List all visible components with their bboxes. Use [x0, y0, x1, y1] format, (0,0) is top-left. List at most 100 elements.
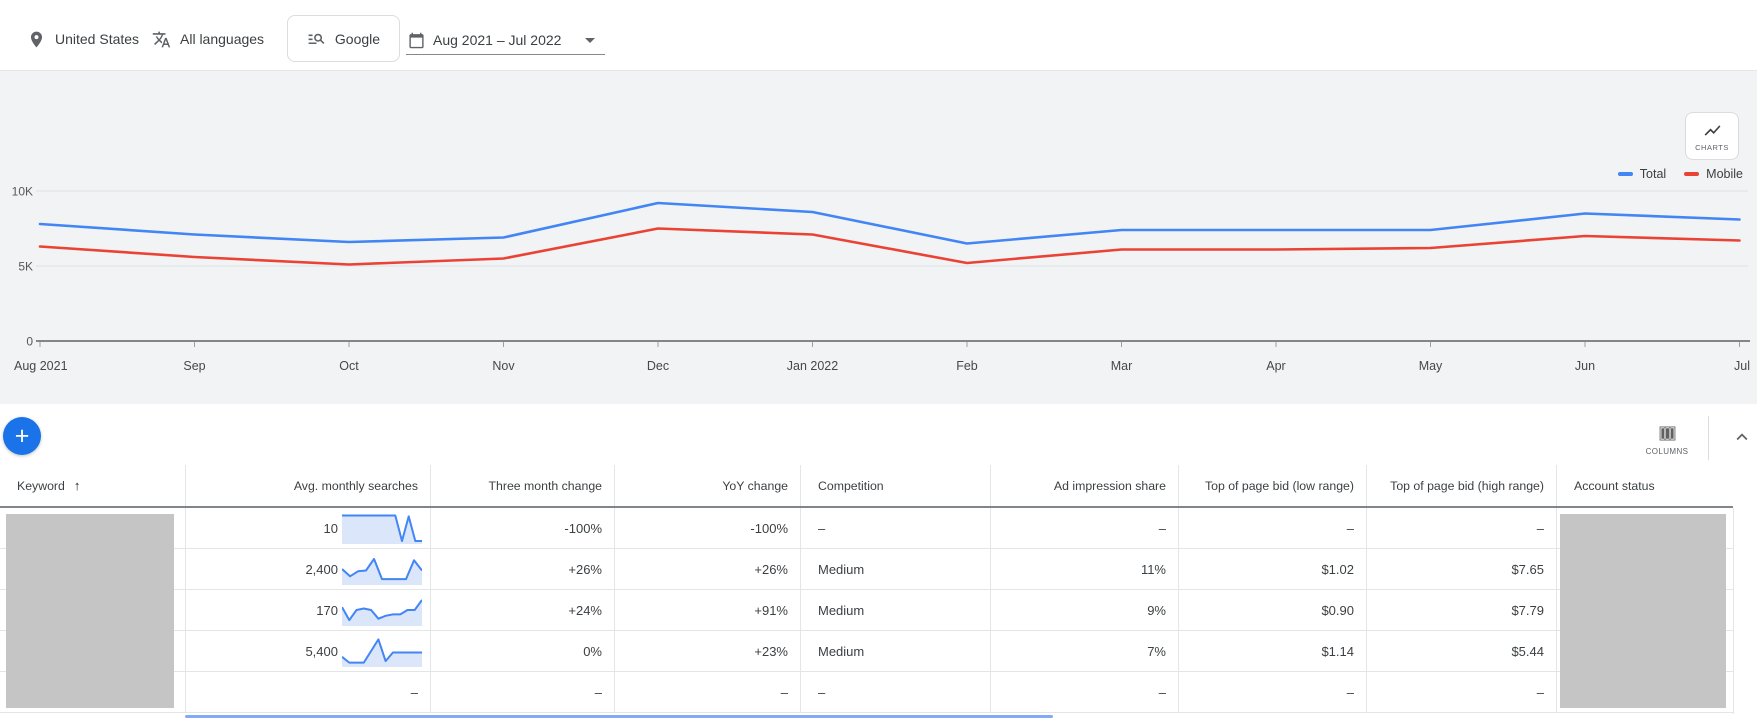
- search-volume-line-chart: 0 5K 10K Aug 2021 Sep Oct Nov Dec Jan 2022 Feb Mar…: [12, 185, 1750, 373]
- cell-competition: Medium: [800, 549, 990, 589]
- cell-competition: –: [800, 508, 990, 548]
- table-row[interactable]: 2,400 +26% +26% Medium 11% $1.02 $7.65: [0, 549, 1733, 590]
- columns-icon: [1659, 426, 1675, 440]
- filter-toolbar: United States All languages Google Aug 2…: [0, 0, 1757, 71]
- columns-button[interactable]: COLUMNS: [1641, 417, 1693, 461]
- cell-three_month_change: 0%: [430, 631, 614, 671]
- sparkline-chart: [342, 599, 422, 626]
- column-header-account_status[interactable]: Account status: [1556, 465, 1733, 506]
- column-header-three_month_change[interactable]: Three month change: [430, 465, 614, 506]
- cell-top_of_page_bid_high: –: [1366, 672, 1556, 712]
- collapse-table-button[interactable]: [1729, 425, 1755, 451]
- cell-avg_monthly_searches: 2,400: [185, 549, 430, 589]
- column-header-top_of_page_bid_high[interactable]: Top of page bid (high range): [1366, 465, 1556, 506]
- column-header-yoy_change[interactable]: YoY change: [614, 465, 800, 506]
- network-filter-button[interactable]: Google: [287, 15, 400, 62]
- column-header-avg_monthly_searches[interactable]: Avg. monthly searches: [185, 465, 430, 506]
- dropdown-arrow-icon: [585, 37, 596, 43]
- date-range-label: Aug 2021 – Jul 2022: [433, 32, 562, 48]
- cell-yoy_change: +23%: [614, 631, 800, 671]
- controls-divider: [1708, 416, 1709, 460]
- location-filter-label: United States: [55, 31, 140, 47]
- keywords-table-section: + COLUMNS Keyword ↑ Avg. monthly searches T…: [0, 404, 1757, 718]
- column-header-label: Competition: [818, 478, 884, 493]
- columns-button-label: COLUMNS: [1645, 446, 1689, 456]
- svg-text:Jun: Jun: [1575, 359, 1595, 373]
- total-series-label: Total: [1639, 167, 1667, 181]
- legend-item-mobile[interactable]: Mobile: [1684, 167, 1743, 181]
- cell-competition: Medium: [800, 631, 990, 671]
- svg-text:10K: 10K: [12, 185, 33, 199]
- svg-text:Nov: Nov: [492, 359, 515, 373]
- table-header-row: Keyword ↑ Avg. monthly searches Three month…: [0, 465, 1733, 508]
- cell-ad_impression_share: 9%: [990, 590, 1178, 630]
- cell-top_of_page_bid_high: $5.44: [1366, 631, 1556, 671]
- column-header-label: Keyword: [17, 478, 65, 493]
- keyword-planner-screen: United States All languages Google Aug 2…: [0, 0, 1757, 718]
- language-filter[interactable]: All languages: [152, 8, 264, 70]
- cell-avg_monthly_searches: 10: [185, 508, 430, 548]
- svg-text:Jan 2022: Jan 2022: [787, 359, 838, 373]
- cell-three_month_change: –: [430, 672, 614, 712]
- column-header-top_of_page_bid_low[interactable]: Top of page bid (low range): [1178, 465, 1366, 506]
- date-range-selector[interactable]: Aug 2021 – Jul 2022: [406, 26, 606, 55]
- column-header-label: YoY change: [722, 478, 788, 493]
- cell-yoy_change: +91%: [614, 590, 800, 630]
- cell-top_of_page_bid_low: $1.14: [1178, 631, 1366, 671]
- language-filter-label: All languages: [180, 31, 265, 47]
- legend-item-total[interactable]: Total: [1617, 167, 1667, 181]
- svg-text:Apr: Apr: [1266, 359, 1285, 373]
- cell-ad_impression_share: 7%: [990, 631, 1178, 671]
- sparkline-chart: [342, 638, 422, 667]
- calendar-icon: [409, 32, 424, 48]
- column-header-label: Avg. monthly searches: [293, 478, 418, 493]
- cell-top_of_page_bid_low: $1.02: [1178, 549, 1366, 589]
- cell-top_of_page_bid_high: –: [1366, 508, 1556, 548]
- column-header-ad_impression_share[interactable]: Ad impression share: [990, 465, 1178, 506]
- column-header-label: Top of page bid (high range): [1390, 478, 1544, 493]
- line-chart-icon: [1704, 124, 1720, 136]
- cell-three_month_change: -100%: [430, 508, 614, 548]
- column-header-competition[interactable]: Competition: [800, 465, 990, 506]
- cell-top_of_page_bid_low: $0.90: [1178, 590, 1366, 630]
- search-volume-chart-section: 0 5K 10K Aug 2021 Sep Oct Nov Dec Jan 2022 Feb Mar…: [0, 70, 1757, 404]
- svg-text:5K: 5K: [18, 260, 33, 274]
- table-row[interactable]: 170 +24% +91% Medium 9% $0.90 $7.79: [0, 590, 1733, 631]
- table-row[interactable]: 5,400 0% +23% Medium 7% $1.14 $5.44: [0, 631, 1733, 672]
- svg-text:Dec: Dec: [647, 359, 669, 373]
- chevron-up-icon: [1736, 432, 1748, 440]
- search-network-icon: [308, 33, 325, 45]
- svg-text:Jul: Jul: [1734, 359, 1750, 373]
- table-row[interactable]: 10 -100% -100% – – – –: [0, 508, 1733, 549]
- svg-text:Mar: Mar: [1111, 359, 1133, 373]
- cell-yoy_change: -100%: [614, 508, 800, 548]
- keyword-redaction-overlay: [6, 514, 174, 708]
- translate-icon: [152, 31, 171, 47]
- chart-legend: Total Mobile: [1617, 167, 1743, 181]
- sparkline-chart: [342, 514, 422, 544]
- cell-top_of_page_bid_high: $7.65: [1366, 549, 1556, 589]
- column-header-keyword[interactable]: Keyword ↑: [0, 465, 185, 506]
- location-filter[interactable]: United States: [27, 8, 139, 70]
- table-right-edge: [1733, 508, 1734, 714]
- column-header-label: Account status: [1574, 478, 1655, 493]
- column-header-label: Top of page bid (low range): [1204, 478, 1354, 493]
- table-row[interactable]: – – – – – – –: [0, 672, 1733, 713]
- svg-text:Sep: Sep: [183, 359, 205, 373]
- cell-avg_monthly_searches: –: [185, 672, 430, 712]
- cell-top_of_page_bid_low: –: [1178, 672, 1366, 712]
- add-keywords-button[interactable]: +: [3, 417, 41, 455]
- account-status-redaction-overlay: [1560, 514, 1726, 708]
- plus-icon: +: [14, 422, 30, 450]
- charts-button[interactable]: CHARTS: [1685, 112, 1739, 160]
- sparkline-chart: [342, 557, 422, 585]
- column-header-label: Ad impression share: [1053, 478, 1166, 493]
- column-header-label: Three month change: [488, 478, 602, 493]
- cell-yoy_change: +26%: [614, 549, 800, 589]
- cell-three_month_change: +24%: [430, 590, 614, 630]
- cell-avg_monthly_searches: 170: [185, 590, 430, 630]
- cell-three_month_change: +26%: [430, 549, 614, 589]
- sort-ascending-icon: ↑: [73, 478, 81, 493]
- network-filter-label: Google: [334, 30, 381, 47]
- cell-top_of_page_bid_high: $7.79: [1366, 590, 1556, 630]
